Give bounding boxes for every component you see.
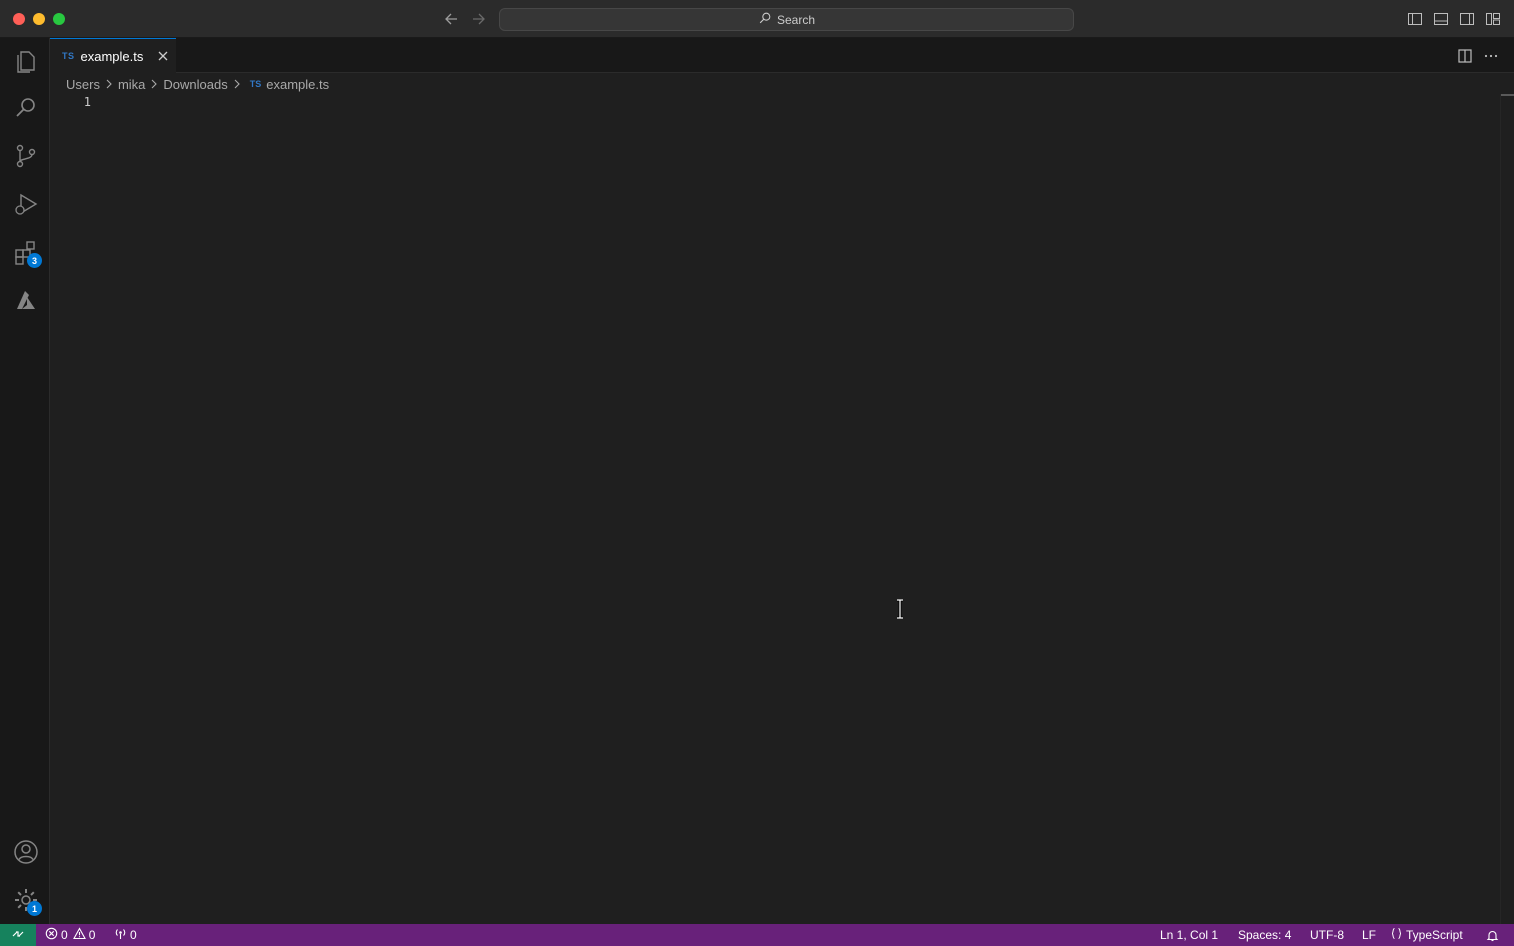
account-icon[interactable] <box>12 838 40 866</box>
language-label: TypeScript <box>1406 928 1463 942</box>
encoding-status[interactable]: UTF-8 <box>1310 924 1344 946</box>
manage-badge: 1 <box>27 901 42 916</box>
breadcrumb-item-mika[interactable]: mika <box>118 77 145 92</box>
breadcrumb-item-downloads[interactable]: Downloads <box>163 77 227 92</box>
chevron-right-icon <box>230 77 244 91</box>
minimize-window-button[interactable] <box>33 13 45 25</box>
forward-arrow-icon[interactable] <box>468 9 488 29</box>
more-actions-icon[interactable] <box>1482 47 1500 65</box>
chevron-right-icon <box>147 77 161 91</box>
text-cursor-icon <box>895 598 905 620</box>
cursor-position[interactable]: Ln 1, Col 1 <box>1160 924 1218 946</box>
warning-count: 0 <box>88 928 96 942</box>
problems-indicator[interactable]: 0 0 <box>45 924 95 946</box>
indentation-status[interactable]: Spaces: 4 <box>1238 924 1291 946</box>
maximize-window-button[interactable] <box>53 13 65 25</box>
ports-count: 0 <box>130 928 137 942</box>
back-arrow-icon[interactable] <box>442 9 462 29</box>
toggle-primary-sidebar-icon[interactable] <box>1407 11 1423 27</box>
warning-icon <box>72 927 86 943</box>
breadcrumb: Users mika Downloads TS example.ts <box>66 74 329 94</box>
error-icon <box>45 927 58 943</box>
braces-icon <box>1390 927 1403 943</box>
extensions-badge: 3 <box>27 253 42 268</box>
bell-icon[interactable] <box>1486 924 1499 946</box>
split-editor-icon[interactable] <box>1456 47 1474 65</box>
source-control-icon[interactable] <box>12 142 40 170</box>
tab-example-ts[interactable]: TS example.ts <box>50 38 176 73</box>
remote-indicator[interactable] <box>0 924 36 946</box>
close-window-button[interactable] <box>13 13 25 25</box>
language-mode[interactable]: TypeScript <box>1390 924 1463 946</box>
tab-label: example.ts <box>80 48 144 64</box>
customize-layout-icon[interactable] <box>1485 11 1501 27</box>
typescript-file-icon: TS <box>62 51 75 61</box>
line-number: 1 <box>83 95 91 109</box>
status-bar: 0 0 0 Ln 1, Col 1 Spaces: 4 UTF-8 LF Typ… <box>0 924 1514 946</box>
search-icon <box>758 11 772 28</box>
command-center-search[interactable]: Search <box>499 8 1074 31</box>
search-label: Search <box>776 12 816 27</box>
files-icon[interactable] <box>12 46 40 74</box>
typescript-file-icon: TS <box>249 79 262 89</box>
ports-indicator[interactable]: 0 <box>114 924 137 946</box>
toggle-panel-icon[interactable] <box>1433 11 1449 27</box>
breadcrumb-item-users[interactable]: Users <box>66 77 100 92</box>
azure-icon[interactable] <box>12 286 40 314</box>
vscode-window: Search 3 1 TS example.ts Users mika Down… <box>0 0 1514 946</box>
remote-icon <box>11 927 25 944</box>
breadcrumb-item-file[interactable]: example.ts <box>266 77 329 92</box>
broadcast-icon <box>114 927 127 943</box>
eol-status[interactable]: LF <box>1362 924 1376 946</box>
editor-tab-bar: TS example.ts <box>50 38 1514 73</box>
scrollbar-cursor-marker <box>1501 94 1514 96</box>
error-count: 0 <box>61 928 68 942</box>
activity-bar: 3 1 <box>0 38 50 924</box>
run-debug-icon[interactable] <box>12 190 40 218</box>
toggle-secondary-sidebar-icon[interactable] <box>1459 11 1475 27</box>
title-bar: Search <box>0 0 1514 38</box>
editor-area[interactable]: 1 <box>50 94 1514 924</box>
close-icon[interactable] <box>155 48 171 64</box>
chevron-right-icon <box>102 77 116 91</box>
search-icon[interactable] <box>12 94 40 122</box>
editor-scrollbar[interactable] <box>1500 94 1514 924</box>
